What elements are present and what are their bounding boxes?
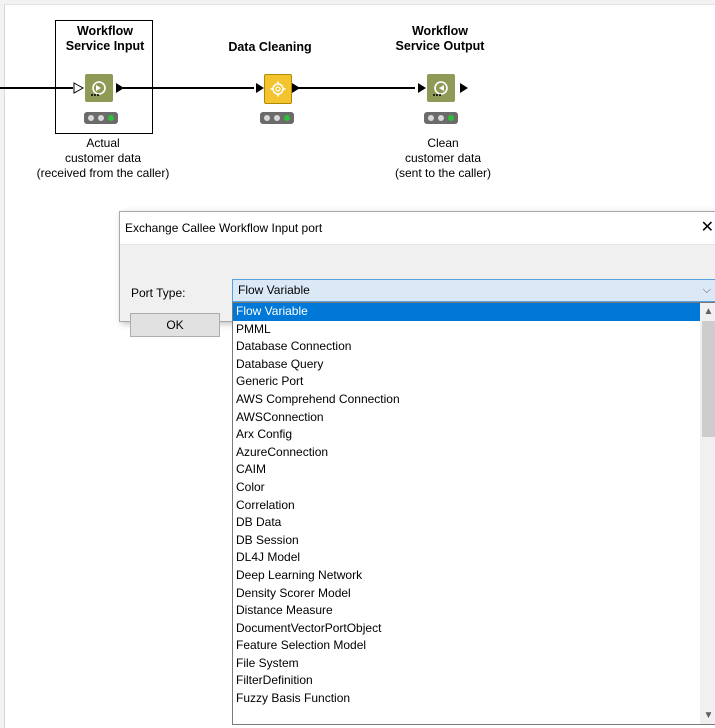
- dropdown-item[interactable]: Generic Port: [233, 373, 700, 391]
- input-port-icon: [256, 83, 264, 93]
- dropdown-item[interactable]: Database Connection: [233, 338, 700, 356]
- data-cleaning-node[interactable]: [264, 74, 292, 104]
- dropdown-item[interactable]: AWS Comprehend Connection: [233, 391, 700, 409]
- input-port-icon: [418, 83, 426, 93]
- dropdown-item[interactable]: CAIM: [233, 461, 700, 479]
- dropdown-item[interactable]: Deep Learning Network: [233, 567, 700, 585]
- ok-button[interactable]: OK: [130, 313, 220, 337]
- dropdown-item[interactable]: Flow Variable: [233, 303, 700, 321]
- node-description: Clean customer data (sent to the caller): [394, 136, 492, 180]
- output-port-icon: [292, 83, 300, 93]
- port-type-dropdown-list[interactable]: Flow Variable PMML Database Connection Data…: [232, 302, 715, 725]
- scrollbar-thumb[interactable]: [702, 321, 715, 437]
- dropdown-items: Flow Variable PMML Database Connection Data…: [233, 303, 700, 708]
- scroll-down-icon[interactable]: ▼: [700, 707, 715, 724]
- node-status-indicator: [84, 112, 118, 124]
- dropdown-item[interactable]: Arx Config: [233, 426, 700, 444]
- dropdown-item[interactable]: Density Scorer Model: [233, 585, 700, 603]
- port-type-select[interactable]: Flow Variable ⌵: [232, 279, 715, 302]
- node-title: Workflow Service Output: [395, 24, 485, 53]
- dropdown-item[interactable]: File System: [233, 655, 700, 673]
- gear-icon: [270, 81, 286, 97]
- dropdown-item[interactable]: PMML: [233, 321, 700, 339]
- node-status-indicator: [424, 112, 458, 124]
- dropdown-item[interactable]: DocumentVectorPortObject: [233, 620, 700, 638]
- ok-button-label: OK: [166, 318, 184, 332]
- scroll-up-icon[interactable]: ▲: [700, 303, 715, 320]
- chevron-down-icon[interactable]: ⌵: [703, 280, 711, 301]
- dropdown-item[interactable]: DB Session: [233, 532, 700, 550]
- dropdown-item[interactable]: Database Query: [233, 356, 700, 374]
- dropdown-item[interactable]: Fuzzy Basis Function: [233, 690, 700, 708]
- service-input-icon: [91, 81, 106, 96]
- dropdown-item[interactable]: Distance Measure: [233, 602, 700, 620]
- dropdown-item[interactable]: Color: [233, 479, 700, 497]
- dialog-titlebar[interactable]: Exchange Callee Workflow Input port ✕: [120, 212, 715, 245]
- node-status-indicator: [260, 112, 294, 124]
- dropdown-item[interactable]: Feature Selection Model: [233, 637, 700, 655]
- node-title: Workflow Service Input: [65, 24, 145, 53]
- workflow-service-input-node[interactable]: [85, 74, 113, 102]
- dropdown-item[interactable]: FilterDefinition: [233, 672, 700, 690]
- dropdown-item[interactable]: Correlation: [233, 497, 700, 515]
- dropdown-item[interactable]: AWSConnection: [233, 409, 700, 427]
- node-description: Actual customer data (received from the …: [36, 136, 170, 180]
- output-port-icon: [460, 83, 468, 93]
- dropdown-item[interactable]: DB Data: [233, 514, 700, 532]
- close-icon[interactable]: ✕: [701, 212, 714, 244]
- node-title: Data Cleaning: [228, 40, 312, 54]
- dropdown-item[interactable]: DL4J Model: [233, 549, 700, 567]
- port-type-label: Port Type:: [131, 286, 186, 300]
- scrollbar[interactable]: ▲ ▼: [700, 303, 715, 724]
- workflow-service-output-node[interactable]: [427, 74, 455, 102]
- port-type-selected-value: Flow Variable: [238, 283, 310, 297]
- dialog-title: Exchange Callee Workflow Input port: [125, 221, 323, 235]
- service-output-icon: [433, 81, 448, 96]
- dropdown-item[interactable]: AzureConnection: [233, 444, 700, 462]
